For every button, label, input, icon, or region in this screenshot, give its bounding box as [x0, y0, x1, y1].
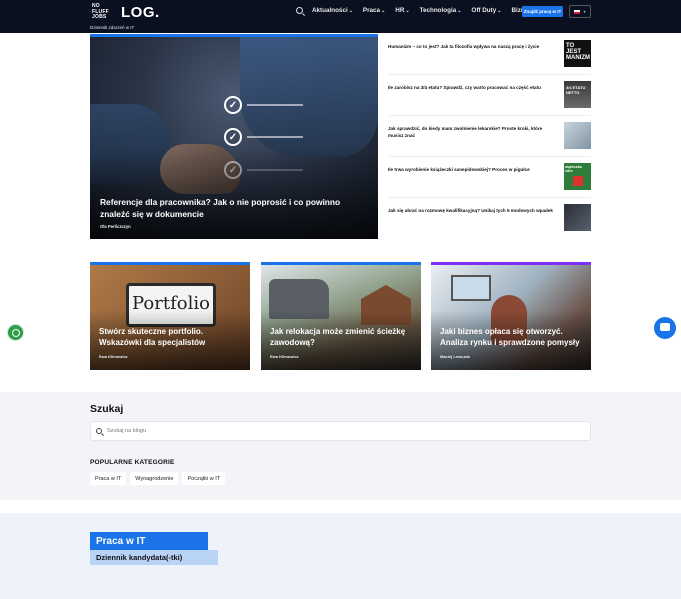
- site-subtitle: Dziennik zdarzeń w IT: [90, 25, 135, 30]
- nofluffjobs-logo[interactable]: NO FLUFF JOBS: [92, 3, 109, 21]
- checklist-line: [247, 136, 303, 138]
- nav-item-hr[interactable]: HR⌄: [395, 7, 409, 14]
- blog-search-box[interactable]: [90, 421, 591, 441]
- chevron-down-icon: ▾: [583, 9, 586, 14]
- nav-label: HR: [395, 7, 405, 14]
- thumbnail-text: TO JEST MANIZM: [566, 43, 590, 61]
- search-input[interactable]: [107, 428, 577, 434]
- article-thumbnail[interactable]: [564, 204, 591, 231]
- chevron-down-icon: ⌄: [381, 8, 386, 14]
- language-selector[interactable]: ▾: [569, 5, 591, 18]
- card-author[interactable]: Ewa Klimowicz: [270, 354, 299, 359]
- log-logo[interactable]: LOG.: [121, 4, 160, 21]
- cookie-settings-icon[interactable]: [7, 324, 24, 341]
- article-title[interactable]: Ile zarobisz na 3/4 etatu? Sprawdź, czy …: [388, 85, 556, 92]
- chevron-down-icon: ⌄: [348, 8, 353, 14]
- nav-label: Off Duty: [471, 7, 497, 14]
- article-thumbnail[interactable]: siążeczka zdro: [564, 163, 591, 190]
- search-icon: [96, 428, 102, 434]
- card-title[interactable]: Jak relokacja może zmienić ścieżkę zawod…: [270, 326, 416, 348]
- chevron-down-icon: ⌄: [497, 8, 502, 14]
- chevron-down-icon: ⌄: [457, 8, 462, 14]
- card-author[interactable]: Maciej Lewczak: [440, 354, 470, 359]
- search-icon[interactable]: [296, 7, 303, 14]
- article-title[interactable]: Jak się ubrać na rozmowę kwalifikacyjną?…: [388, 208, 556, 215]
- nav-item-technologia[interactable]: Technologia⌄: [420, 7, 462, 14]
- pl-flag-icon: [574, 9, 581, 14]
- featured-article-title[interactable]: Referencje dla pracownika? Jak o nie pop…: [100, 196, 370, 220]
- chevron-down-icon: ⌄: [405, 8, 410, 14]
- screen-shape: [451, 275, 491, 301]
- article-title[interactable]: Ile trwa wyrobienie książeczki sanepidow…: [388, 167, 556, 174]
- image-overlay: [90, 149, 378, 239]
- thumbnail-text: 3/4 ETATU NETTO: [566, 85, 586, 95]
- category-chip-wynagrodzenie[interactable]: Wynagrodzenie: [130, 472, 179, 485]
- checkmark-icon: ✓: [224, 96, 242, 114]
- featured-article[interactable]: ✓ ✓ ✓ Referencje dla pracownika? Jak o n…: [90, 34, 378, 239]
- article-thumbnail[interactable]: [564, 122, 591, 149]
- list-item[interactable]: Ile zarobisz na 3/4 etatu? Sprawdź, czy …: [388, 75, 591, 116]
- section-subtitle-dziennik[interactable]: Dziennik kandydata(-tki): [90, 550, 218, 565]
- card-title[interactable]: Stwórz skuteczne portfolio. Wskazówki dl…: [99, 326, 245, 348]
- hero-image-person: [240, 37, 378, 157]
- nav-item-praca[interactable]: Praca⌄: [363, 7, 385, 14]
- nav-label: Aktualności: [312, 7, 348, 14]
- list-item[interactable]: Ile trwa wyrobienie książeczki sanepidow…: [388, 157, 591, 198]
- thumbnail-text: siążeczka zdro: [565, 165, 582, 173]
- logo-line-3: JOBS: [92, 14, 107, 20]
- article-card[interactable]: Jak relokacja może zmienić ścieżkę zawod…: [261, 262, 421, 370]
- article-card[interactable]: Jaki biznes opłaca się otworzyć. Analiza…: [431, 262, 591, 370]
- article-title[interactable]: Humanizm – co to jest? Jak ta filozofia …: [388, 44, 556, 51]
- nav-label: Technologia: [419, 7, 457, 14]
- checkmark-icon: ✓: [224, 128, 242, 146]
- article-card[interactable]: Portfolio Stwórz skuteczne portfolio. Ws…: [90, 262, 250, 370]
- featured-article-author[interactable]: Ola Perliczszyn: [100, 224, 131, 229]
- find-job-button[interactable]: Znajdź pracę w IT: [522, 6, 563, 17]
- article-thumbnail[interactable]: TO JEST MANIZM: [564, 40, 591, 67]
- nav-item-aktualnosci[interactable]: Aktualności⌄: [312, 7, 353, 14]
- checklist-line: [247, 104, 303, 106]
- category-chip-praca-w-it[interactable]: Praca w IT: [90, 472, 127, 485]
- medical-cross-icon: [572, 176, 583, 186]
- category-chip-poczatki-w-it[interactable]: Początki w IT: [182, 472, 226, 485]
- article-thumbnail[interactable]: 3/4 ETATU NETTO: [564, 81, 591, 108]
- main-nav: Aktualności⌄ Praca⌄ HR⌄ Technologia⌄ Off…: [296, 7, 547, 14]
- list-item[interactable]: Jak się ubrać na rozmowę kwalifikacyjną?…: [388, 198, 591, 239]
- list-item[interactable]: Jak sprawdzić, do kiedy mam zwolnienie l…: [388, 116, 591, 157]
- top-navigation-bar: NO FLUFF JOBS LOG. Dziennik zdarzeń w IT…: [0, 0, 681, 33]
- article-title[interactable]: Jak sprawdzić, do kiedy mam zwolnienie l…: [388, 126, 556, 139]
- category-chips: Praca w IT Wynagrodzenie Początki w IT: [90, 472, 229, 485]
- section-title-praca-w-it[interactable]: Praca w IT: [90, 532, 208, 550]
- chat-icon[interactable]: [654, 317, 676, 339]
- nav-item-off-duty[interactable]: Off Duty⌄: [471, 7, 501, 14]
- card-title[interactable]: Jaki biznes opłaca się otworzyć. Analiza…: [440, 326, 586, 348]
- list-item[interactable]: Humanizm – co to jest? Jak ta filozofia …: [388, 34, 591, 75]
- nav-label: Praca: [362, 7, 381, 14]
- categories-heading: POPULARNE KATEGORIE: [90, 459, 175, 466]
- search-heading: Szukaj: [90, 403, 124, 415]
- card-author[interactable]: Ewa Klimowicz: [99, 354, 128, 359]
